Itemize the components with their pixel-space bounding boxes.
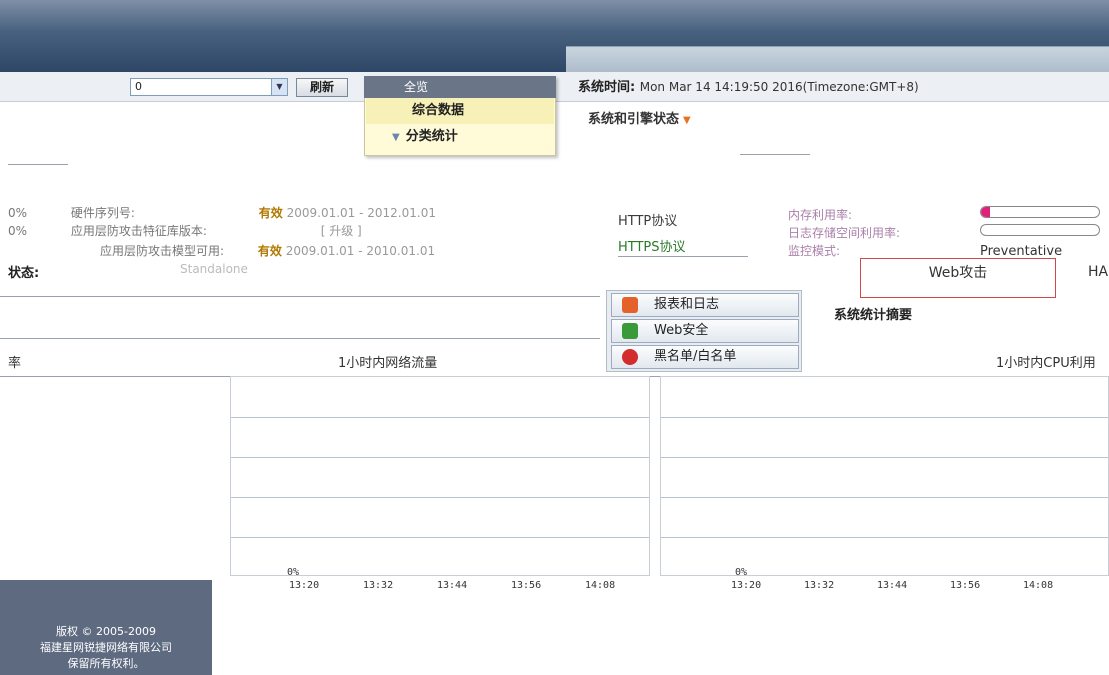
x-tick: 13:20 [289,580,320,591]
ha-tab[interactable]: HA [1088,264,1108,280]
license-row-name: 硬件序列号: [70,206,135,220]
menu-item-category-stats-label: 分类统计 [405,129,458,144]
engine-status-title[interactable]: 系统和引擎状态 ▼ [588,108,691,127]
x-tick: 13:32 [363,580,394,591]
divider [0,338,600,339]
system-time-value: Mon Mar 14 14:19:50 2016(Timezone:GMT+8) [639,80,919,94]
grid-line [661,537,1108,538]
license-row: 0% 应用层防攻击特征库版本: [ 升级 ] [8,222,362,239]
divider [618,256,748,257]
system-time-label: 系统时间: [578,80,636,95]
interval-select-value: 0 [135,80,142,93]
caret-down-icon: ▼ [683,115,691,126]
license-row-percent: 0% [8,224,28,238]
grid-line [661,457,1108,458]
side-menu-item-label: 报表和日志 [654,297,720,312]
side-menu-item-web-security[interactable]: Web安全 [611,319,799,343]
chart-title-cpu: 1小时内CPU利用 [996,356,1096,371]
menu-item-overview-data[interactable]: 综合数据 [366,98,554,124]
https-protocol: HTTPS协议 [618,240,686,255]
x-tick: 13:44 [877,580,908,591]
refresh-button[interactable]: 刷新 [296,78,348,97]
company-name: 福建星网锐捷网络有限公司 [40,641,172,654]
license-row-name: 应用层防攻击特征库版本: [70,224,207,238]
menu-item-category-stats[interactable]: ▼ 分类统计 [366,125,554,149]
web-attack-tab[interactable]: Web攻击 [860,258,1056,298]
grid-line [231,457,649,458]
license-row-status: 有效 [258,206,283,220]
grid-line [231,417,649,418]
x-tick: 13:56 [511,580,542,591]
copyright-line: 版权 © 2005-2009 [56,625,156,638]
chart-title-left: 率 [8,356,22,371]
nav-dropdown-head[interactable]: 全览 [364,76,556,98]
engine-status-title-label: 系统和引擎状态 [588,112,680,127]
side-menu-item-reports[interactable]: 报表和日志 [611,293,799,317]
side-menu-item-label: 黑名单/白名单 [654,349,737,364]
chart-title-network: 1小时内网络流量 [338,356,438,371]
rights-reserved: 保留所有权利。 [67,657,145,670]
divider [8,164,68,165]
stats-summary-title: 系统统计摘要 [834,308,913,323]
grid-line [231,497,649,498]
x-tick: 13:32 [804,580,835,591]
interval-select[interactable]: 0 ▼ [130,78,288,96]
chevron-down-icon[interactable]: ▼ [271,79,287,95]
log-storage-bar [980,224,1100,236]
divider [0,296,600,297]
x-tick: 14:08 [1023,580,1054,591]
divider [740,154,810,155]
gear-icon [622,323,638,339]
banner-strip [566,46,1109,72]
x-tick: 13:44 [437,580,468,591]
status-value: Standalone [180,262,248,276]
monitor-mode-label: 监控模式: [788,244,841,258]
memory-usage-bar [980,206,1100,218]
power-icon [622,349,638,365]
network-chart: 0% [230,376,650,578]
status-label: 状态: [8,266,40,281]
license-row: 0% 硬件序列号: 有效 2009.01.01 - 2012.01.01 [8,204,436,221]
memory-label: 内存利用率: [788,208,853,222]
monitor-mode-value: Preventative [980,244,1063,259]
license-row-status: 有效 [257,244,282,258]
y-axis-label: 0% [735,567,748,578]
license-row-percent: 0% [8,206,28,220]
license-row-period: 2009.01.01 - 2012.01.01 [286,206,436,220]
system-time: 系统时间: Mon Mar 14 14:19:50 2016(Timezone:… [578,76,919,95]
grid-line [661,497,1108,498]
license-row-name: 应用层防攻击模型可用: [100,244,225,258]
x-tick: 13:56 [950,580,981,591]
side-menu-item-label: Web安全 [654,323,709,338]
license-row: 应用层防攻击模型可用: 有效 2009.01.01 - 2010.01.01 [100,242,435,259]
upgrade-link[interactable]: [ 升级 ] [321,224,362,238]
grid-line [661,417,1108,418]
copyright-footer: 版权 © 2005-2009 福建星网锐捷网络有限公司 保留所有权利。 [0,580,212,675]
side-menu-item-blacklist[interactable]: 黑名单/白名单 [611,345,799,369]
license-row-period: 2009.01.01 - 2010.01.01 [285,244,436,258]
x-tick: 13:20 [731,580,762,591]
log-storage-label: 日志存储空间利用率: [788,226,901,240]
x-tick: 14:08 [585,580,616,591]
cpu-chart: 0% [660,376,1109,578]
report-icon [622,297,638,313]
grid-line [231,537,649,538]
side-menu: 报表和日志 Web安全 黑名单/白名单 [606,290,802,372]
y-axis-label: 0% [287,567,300,578]
http-protocol: HTTP协议 [618,214,678,229]
chevron-down-icon: ▼ [392,132,400,143]
